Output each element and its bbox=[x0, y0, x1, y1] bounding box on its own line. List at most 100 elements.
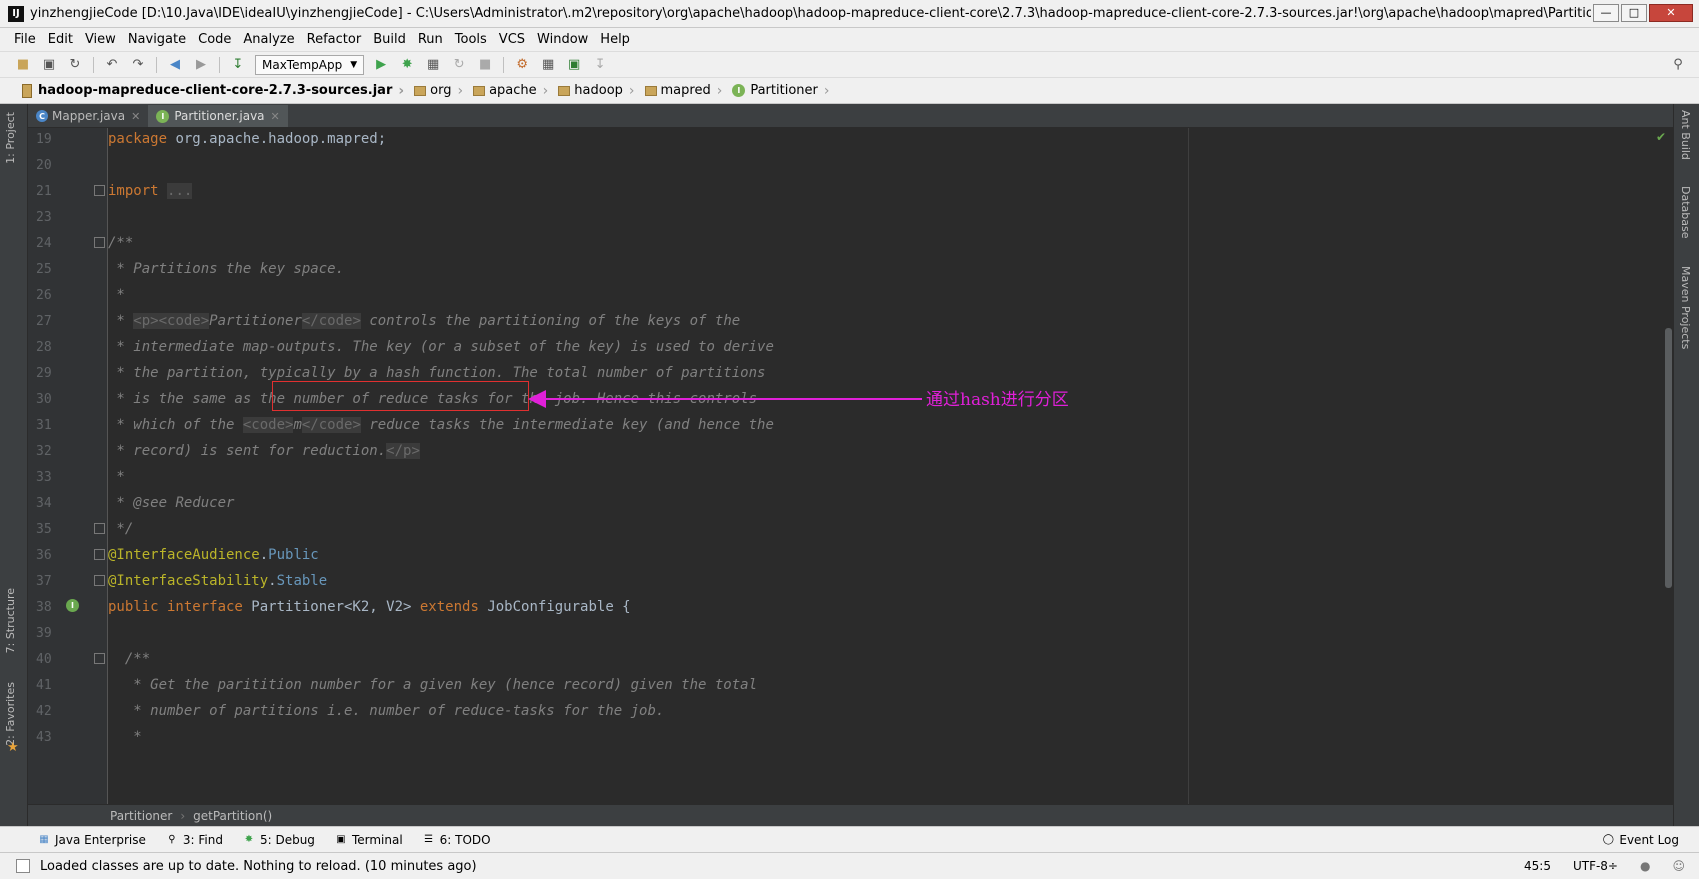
code-line[interactable]: 23 bbox=[28, 204, 1673, 232]
menu-view[interactable]: View bbox=[79, 32, 122, 47]
code-line[interactable]: 35 */ bbox=[28, 516, 1673, 544]
menu-run[interactable]: Run bbox=[412, 32, 449, 47]
menu-help[interactable]: Help bbox=[594, 32, 636, 47]
code-line[interactable]: 25 * Partitions the key space. bbox=[28, 256, 1673, 284]
fold-toggle-icon[interactable] bbox=[94, 653, 105, 664]
forward-icon[interactable]: ▶ bbox=[192, 56, 210, 74]
minimize-button[interactable]: — bbox=[1593, 3, 1619, 22]
tool-tab-project[interactable]: 1: Project bbox=[4, 112, 17, 164]
tool-window-event-log[interactable]: ◯ Event Log bbox=[1602, 833, 1679, 847]
code-line[interactable]: 36 @InterfaceAudience.Public bbox=[28, 542, 1673, 570]
code-line[interactable]: 43 * bbox=[28, 724, 1673, 752]
open-folder-icon[interactable]: ■ bbox=[14, 56, 32, 74]
fold-toggle-icon[interactable] bbox=[94, 523, 105, 534]
code-line[interactable]: 41 * Get the paritition number for a giv… bbox=[28, 672, 1673, 700]
maximize-button[interactable]: □ bbox=[1621, 3, 1647, 22]
breadcrumb-folder-mapred[interactable]: mapred › bbox=[641, 83, 729, 99]
fold-toggle-icon[interactable] bbox=[94, 185, 105, 196]
tool-window-todo[interactable]: ☰ 6: TODO bbox=[423, 833, 490, 847]
undo-icon[interactable]: ↶ bbox=[103, 56, 121, 74]
code-line[interactable]: 21 import ... bbox=[28, 178, 1673, 206]
tool-tab-database[interactable]: Database bbox=[1679, 186, 1692, 239]
code-line[interactable]: 34 * @see Reducer bbox=[28, 490, 1673, 518]
code-line[interactable]: 33 * bbox=[28, 464, 1673, 492]
close-tab-icon[interactable]: ✕ bbox=[131, 110, 140, 123]
menu-build[interactable]: Build bbox=[367, 32, 412, 47]
breadcrumb-folder-hadoop[interactable]: hadoop › bbox=[554, 83, 640, 99]
code-line[interactable]: 24 /** bbox=[28, 230, 1673, 258]
menu-tools[interactable]: Tools bbox=[449, 32, 493, 47]
back-icon[interactable]: ◀ bbox=[166, 56, 184, 74]
code-line[interactable]: 40 /** bbox=[28, 646, 1673, 674]
file-encoding[interactable]: UTF-8÷ bbox=[1573, 859, 1618, 873]
menu-navigate[interactable]: Navigate bbox=[122, 32, 192, 47]
close-tab-icon[interactable]: ✕ bbox=[271, 110, 280, 123]
menu-refactor[interactable]: Refactor bbox=[301, 32, 368, 47]
tab-mapper-java[interactable]: C Mapper.java ✕ bbox=[28, 105, 148, 127]
sdk-manager-icon[interactable]: ▣ bbox=[565, 56, 583, 74]
sync-icon[interactable]: ↻ bbox=[66, 56, 84, 74]
tool-tab-ant-build[interactable]: Ant Build bbox=[1679, 110, 1692, 160]
breadcrumb-jar[interactable]: hadoop-mapreduce-client-core-2.7.3-sourc… bbox=[18, 83, 410, 99]
code-line[interactable]: 19 package org.apache.hadoop.mapred; bbox=[28, 128, 1673, 154]
tab-partitioner-java[interactable]: I Partitioner.java ✕ bbox=[148, 105, 288, 127]
menu-code[interactable]: Code bbox=[192, 32, 237, 47]
settings-icon[interactable]: ⚙ bbox=[513, 56, 531, 74]
build-project-icon[interactable]: ↧ bbox=[229, 56, 247, 74]
code-line[interactable]: 26 * bbox=[28, 282, 1673, 310]
code-line[interactable]: 27 * <p><code>Partitioner</code> control… bbox=[28, 308, 1673, 336]
tool-window-terminal[interactable]: ▣ Terminal bbox=[335, 833, 402, 847]
menu-vcs[interactable]: VCS bbox=[493, 32, 531, 47]
line-number: 36 bbox=[36, 548, 52, 563]
code-line[interactable]: 38 Ipublic interface Partitioner<K2, V2> … bbox=[28, 594, 1673, 622]
code-line[interactable]: 20 bbox=[28, 152, 1673, 180]
coverage-icon[interactable]: ▦ bbox=[424, 56, 442, 74]
caret-position[interactable]: 45:5 bbox=[1524, 859, 1551, 873]
tool-window-debug[interactable]: ✸ 5: Debug bbox=[243, 833, 315, 847]
tool-window-java-enterprise[interactable]: ▦ Java Enterprise bbox=[38, 833, 146, 847]
help-icon[interactable]: ↧ bbox=[591, 56, 609, 74]
save-icon[interactable]: ▣ bbox=[40, 56, 58, 74]
lock-icon[interactable]: ● bbox=[1640, 859, 1650, 873]
code-line[interactable]: 37 @InterfaceStability.Stable bbox=[28, 568, 1673, 596]
vertical-scrollbar[interactable] bbox=[1665, 328, 1672, 588]
line-number: 42 bbox=[36, 704, 52, 719]
code-editor[interactable]: 19 package org.apache.hadoop.mapred; 20 21 i… bbox=[28, 128, 1673, 804]
inspector-icon[interactable]: ☺ bbox=[1672, 859, 1685, 873]
code-line[interactable]: 31 * which of the <code>m</code> reduce … bbox=[28, 412, 1673, 440]
tool-tab-structure[interactable]: 7: Structure bbox=[4, 588, 17, 653]
tool-tab-maven-projects[interactable]: Maven Projects bbox=[1679, 266, 1692, 349]
tool-tab-favorites[interactable]: 2: Favorites bbox=[4, 682, 17, 746]
menu-window[interactable]: Window bbox=[531, 32, 594, 47]
project-structure-icon[interactable]: ▦ bbox=[539, 56, 557, 74]
code-line[interactable]: 32 * record) is sent for reduction.</p> bbox=[28, 438, 1673, 466]
breadcrumb-separator: › bbox=[823, 82, 830, 99]
breadcrumb-separator: › bbox=[542, 82, 549, 99]
stop-icon[interactable]: ■ bbox=[476, 56, 494, 74]
code-line[interactable]: 28 * intermediate map-outputs. The key (… bbox=[28, 334, 1673, 362]
run-configuration-select[interactable]: MaxTempApp ▼ bbox=[255, 54, 365, 75]
editor-crumb-class[interactable]: Partitioner bbox=[110, 809, 172, 823]
run-icon[interactable]: ▶ bbox=[372, 56, 390, 74]
fold-toggle-icon[interactable] bbox=[94, 237, 105, 248]
profile-icon[interactable]: ↻ bbox=[450, 56, 468, 74]
editor-crumb-method[interactable]: getPartition() bbox=[193, 809, 272, 823]
breadcrumb-folder-apache[interactable]: apache › bbox=[469, 83, 554, 99]
code-line[interactable]: 42 * number of partitions i.e. number of… bbox=[28, 698, 1673, 726]
breadcrumb-folder-org[interactable]: org › bbox=[410, 83, 469, 99]
tool-window-find[interactable]: ⚲ 3: Find bbox=[166, 833, 223, 847]
code-line[interactable]: 39 bbox=[28, 620, 1673, 648]
fold-toggle-icon[interactable] bbox=[94, 549, 105, 560]
implemented-interface-icon[interactable]: I bbox=[66, 599, 79, 612]
menu-file[interactable]: File bbox=[8, 32, 42, 47]
close-window-button[interactable]: ✕ bbox=[1649, 3, 1693, 22]
menu-edit[interactable]: Edit bbox=[42, 32, 79, 47]
menu-analyze[interactable]: Analyze bbox=[237, 32, 300, 47]
toggle-tool-windows-icon[interactable] bbox=[16, 859, 30, 873]
search-icon[interactable]: ⚲ bbox=[1669, 56, 1687, 74]
breadcrumb-file[interactable]: I Partitioner › bbox=[728, 83, 835, 99]
code-token: * bbox=[108, 729, 142, 745]
debug-icon[interactable]: ✸ bbox=[398, 56, 416, 74]
fold-toggle-icon[interactable] bbox=[94, 575, 105, 586]
redo-icon[interactable]: ↷ bbox=[129, 56, 147, 74]
